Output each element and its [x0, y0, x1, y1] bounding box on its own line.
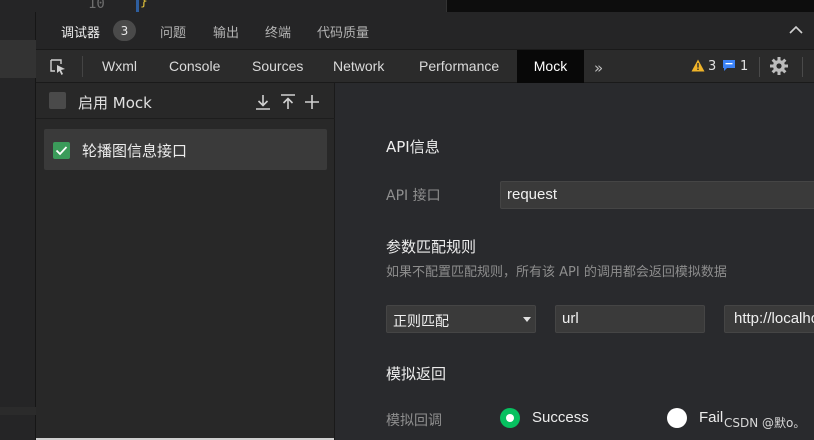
inspect-element-icon[interactable]	[48, 57, 68, 77]
tab-code-quality[interactable]: 代码质量	[317, 22, 369, 41]
devtools-panel: 调试器 3 问题 输出 终端 代码质量 Wxml Console Sources…	[36, 12, 814, 440]
mock-rule-label: 轮播图信息接口	[82, 142, 188, 160]
toolbar-divider	[802, 57, 803, 77]
toolbar-divider	[759, 57, 760, 77]
gear-icon[interactable]	[769, 56, 789, 76]
toolbar-divider	[82, 56, 83, 77]
dropdown-arrow-icon	[523, 317, 531, 322]
tab-output[interactable]: 输出	[213, 22, 239, 41]
mock-rule-item[interactable]: 轮播图信息接口	[44, 129, 327, 170]
activity-gutter	[0, 12, 36, 440]
tab-sources[interactable]: Sources	[252, 50, 303, 83]
match-value-input[interactable]: http://localhost	[724, 305, 814, 333]
match-type-value: 正则匹配	[393, 314, 449, 330]
enable-mock-checkbox[interactable]	[49, 92, 66, 109]
mock-list-header: 启用 Mock	[36, 83, 335, 119]
debugger-badge: 3	[113, 20, 136, 41]
enable-mock-label: 启用 Mock	[78, 94, 152, 112]
tab-performance[interactable]: Performance	[419, 50, 499, 83]
line-number: 10	[88, 0, 105, 12]
fail-radio[interactable]	[667, 408, 687, 428]
gutter-highlight	[0, 407, 36, 415]
tab-wxml[interactable]: Wxml	[102, 50, 137, 83]
mock-return-title: 模拟返回	[386, 365, 447, 383]
mock-detail-pane: API信息 API 接口 request 参数匹配规则 如果不配置匹配规则，所有…	[336, 83, 814, 440]
api-input[interactable]: request	[500, 181, 814, 209]
tab-debugger[interactable]: 调试器	[61, 22, 101, 53]
match-rules-hint: 如果不配置匹配规则，所有该 API 的调用都会返回模拟数据	[386, 265, 727, 280]
success-radio[interactable]	[500, 408, 520, 428]
warning-count: 3	[708, 59, 717, 74]
callback-label: 模拟回调	[386, 413, 442, 429]
upload-icon[interactable]	[279, 93, 297, 111]
more-tabs-icon[interactable]: »	[594, 59, 603, 77]
fail-label: Fail	[699, 409, 724, 426]
message-icon[interactable]	[723, 60, 735, 71]
checkmark-icon	[55, 146, 68, 156]
editor-gutter-marker	[136, 0, 139, 12]
chevron-up-icon[interactable]	[788, 23, 804, 37]
tab-problems[interactable]: 问题	[160, 22, 186, 41]
top-tab-bar: 调试器 3 问题 输出 终端 代码质量	[36, 12, 814, 53]
tab-mock[interactable]: Mock	[517, 50, 584, 83]
match-key-input[interactable]: url	[555, 305, 705, 333]
message-count: 1	[740, 59, 749, 74]
download-icon[interactable]	[254, 93, 272, 111]
panel-toolbar: Wxml Console Sources Network Performance…	[36, 50, 814, 83]
gutter-highlight	[0, 40, 36, 78]
tab-network[interactable]: Network	[333, 50, 384, 83]
api-info-title: API信息	[386, 138, 440, 156]
match-type-select[interactable]: 正则匹配	[386, 305, 536, 333]
match-rules-title: 参数匹配规则	[386, 238, 477, 256]
api-field-label: API 接口	[386, 188, 441, 204]
mock-rule-list: 启用 Mock 轮播图信息接口	[36, 83, 335, 440]
tab-console[interactable]: Console	[169, 50, 220, 83]
warning-icon[interactable]	[691, 59, 705, 72]
mock-rule-checkbox[interactable]	[53, 142, 70, 159]
code-bracket: }	[140, 0, 148, 9]
add-icon[interactable]	[303, 93, 321, 111]
tab-terminal[interactable]: 终端	[265, 22, 291, 41]
success-label: Success	[532, 409, 589, 426]
watermark: CSDN @默o。	[724, 416, 806, 430]
